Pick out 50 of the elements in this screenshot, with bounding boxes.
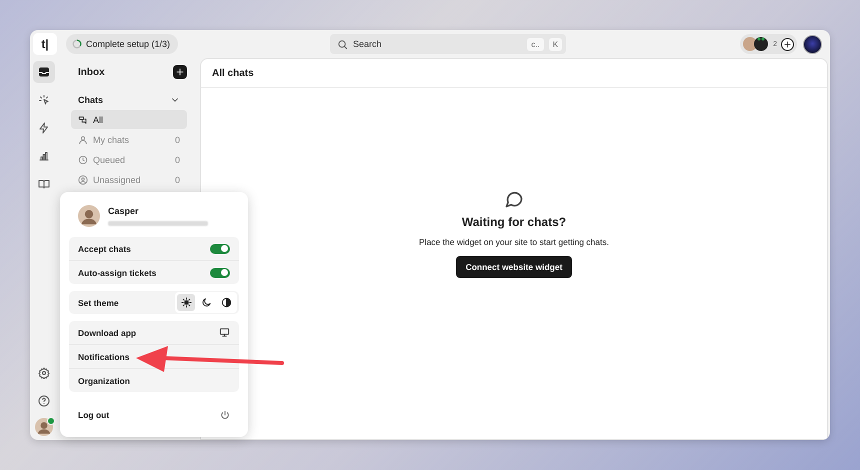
toggle-switch[interactable] [210, 244, 230, 254]
plus-icon [175, 67, 185, 77]
sparkle-icon [38, 94, 50, 106]
toggle-label: Auto-assign tickets [78, 268, 156, 278]
user-avatar[interactable] [803, 34, 822, 54]
nav-button[interactable] [33, 61, 55, 83]
menu-item[interactable]: Download app [69, 321, 239, 344]
contrast-icon [220, 297, 232, 308]
profile-avatar [78, 205, 100, 227]
logout-item[interactable]: Log out [69, 402, 239, 428]
add-button[interactable] [781, 38, 794, 50]
team-avatars-icon [743, 37, 770, 51]
setup-button[interactable]: Complete setup (1/3) [66, 34, 178, 54]
inbox-icon [38, 66, 50, 78]
connect-widget-button[interactable]: Connect website widget [456, 256, 572, 278]
chats-icon [78, 114, 88, 124]
theme-label: Set theme [78, 298, 119, 308]
settings-icon[interactable] [38, 367, 50, 379]
shortcut-key: c.. [527, 38, 544, 50]
empty-state-text: Place the widget on your site to start getting chats. [419, 237, 609, 247]
clock-icon [78, 154, 88, 164]
person-icon [78, 134, 88, 144]
empty-state-title: Waiting for chats? [462, 215, 566, 229]
search-field[interactable]: Search [353, 39, 522, 49]
sidebar-title: Inbox [78, 66, 105, 78]
user-name: Casper [108, 206, 140, 216]
sidebar-item[interactable]: All [71, 110, 187, 129]
moon-icon [200, 297, 212, 308]
search-icon [337, 38, 348, 50]
new-chat-button[interactable] [173, 65, 187, 79]
progress-ring-icon [72, 39, 82, 49]
book-icon [38, 178, 50, 190]
toggle-label: Accept chats [78, 244, 131, 254]
section-header[interactable]: Chats [71, 92, 187, 108]
bar-chart-icon [38, 150, 50, 162]
plus-icon [783, 40, 792, 48]
shortcut-key: K [548, 38, 562, 50]
power-icon [220, 410, 230, 420]
speech-bubble-icon [504, 189, 524, 209]
theme-option[interactable] [177, 294, 195, 311]
panel-title: All chats [201, 59, 827, 88]
search-bar[interactable]: Search c.. K [330, 34, 566, 54]
sun-icon [180, 297, 192, 308]
toggle-switch[interactable] [210, 268, 230, 278]
app-logo: t| [33, 33, 57, 55]
user-avatar [35, 418, 53, 436]
user-circle-icon [78, 174, 88, 184]
help-icon[interactable] [38, 395, 50, 407]
lightning-icon [38, 122, 50, 134]
monitor-icon [219, 327, 230, 338]
